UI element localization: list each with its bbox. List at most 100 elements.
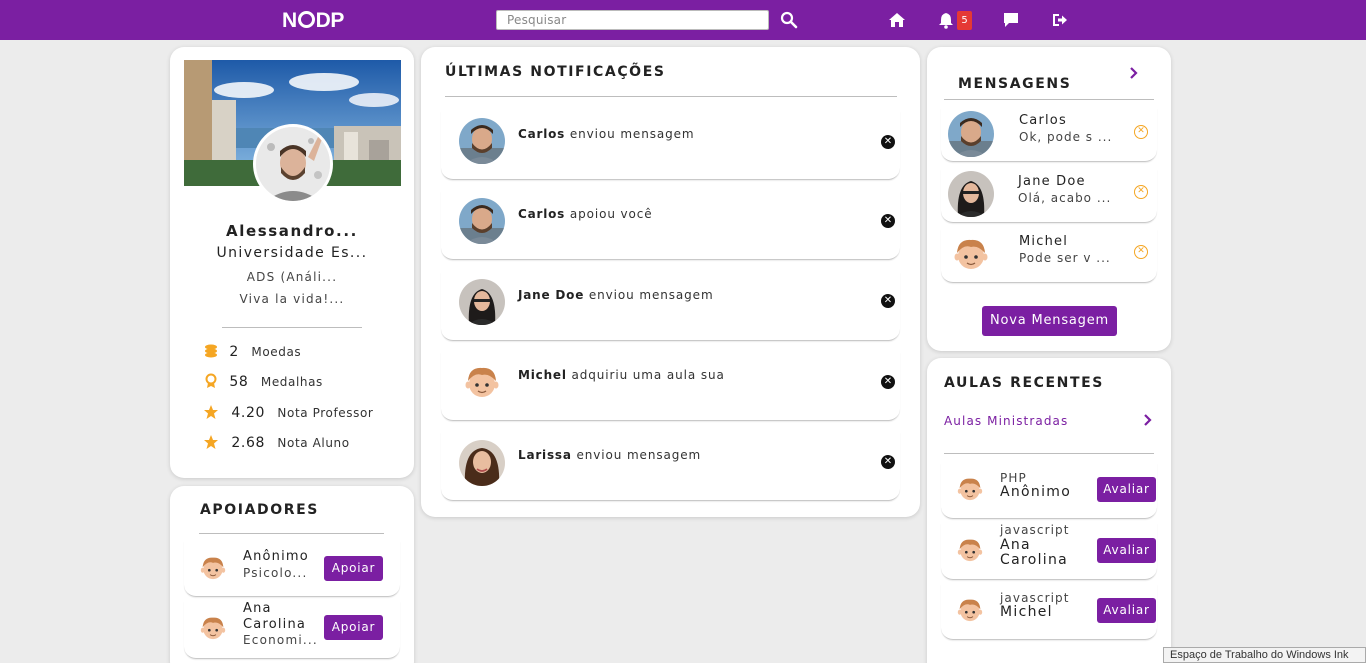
class-student-avatar bbox=[953, 533, 987, 567]
message-preview: Olá, acabo ... bbox=[1018, 191, 1112, 205]
supporter-avatar bbox=[196, 611, 230, 645]
bell-icon[interactable] bbox=[937, 11, 955, 29]
messages-expand-chevron-icon[interactable] bbox=[1128, 66, 1140, 80]
notification-item[interactable]: Carlos apoiou você ✕ bbox=[441, 191, 900, 260]
message-sender: Jane Doe bbox=[1018, 174, 1086, 189]
support-button[interactable]: Apoiar bbox=[324, 615, 383, 640]
class-student-name: Ana Carolina bbox=[1000, 537, 1068, 568]
teacher-rating-label: Nota Professor bbox=[277, 406, 374, 420]
supporter-subtitle: Economi... bbox=[243, 633, 318, 647]
class-subject: javascript bbox=[1000, 591, 1070, 605]
class-item: javascript Ana Carolina Avaliar bbox=[941, 523, 1157, 580]
notification-item[interactable]: Larissa enviou mensagem ✕ bbox=[441, 432, 900, 501]
notification-avatar bbox=[459, 118, 505, 164]
class-student-name: Anônimo bbox=[1000, 484, 1072, 500]
notification-text: Michel adquiriu uma aula sua bbox=[518, 368, 725, 382]
profile-university: Universidade Es... bbox=[216, 245, 368, 261]
top-navbar: NDP 5 bbox=[0, 0, 1366, 40]
notifications-title: ÚLTIMAS NOTIFICAÇÕES bbox=[445, 64, 666, 80]
profile-avatar[interactable] bbox=[253, 124, 333, 204]
remove-message-icon[interactable]: ✕ bbox=[1134, 245, 1148, 259]
student-rating-value: 2.68 bbox=[231, 435, 265, 451]
medal-icon bbox=[205, 373, 217, 388]
class-subject: javascript bbox=[1000, 523, 1070, 537]
supporters-title: APOIADORES bbox=[200, 502, 319, 518]
notification-item[interactable]: Michel adquiriu uma aula sua ✕ bbox=[441, 352, 900, 421]
remove-message-icon[interactable]: ✕ bbox=[1134, 185, 1148, 199]
notification-text: Carlos apoiou você bbox=[518, 207, 653, 221]
supporter-item: Anônimo Psicolo... Apoiar bbox=[184, 541, 400, 597]
support-button[interactable]: Apoiar bbox=[324, 556, 383, 581]
class-subject: PHP bbox=[1000, 471, 1027, 485]
message-avatar bbox=[948, 231, 994, 277]
notification-avatar bbox=[459, 198, 505, 244]
stat-teacher-rating: 4.20 Nota Professor bbox=[203, 404, 373, 421]
remove-message-icon[interactable]: ✕ bbox=[1134, 125, 1148, 139]
profile-divider bbox=[222, 327, 362, 328]
coins-label: Moedas bbox=[251, 345, 302, 359]
star-icon bbox=[204, 435, 218, 449]
message-item[interactable]: Jane Doe Olá, acabo ... ✕ bbox=[941, 169, 1157, 223]
notification-text: Jane Doe enviou mensagem bbox=[518, 288, 714, 302]
dismiss-notification-icon[interactable]: ✕ bbox=[881, 375, 895, 389]
message-sender: Carlos bbox=[1019, 113, 1067, 128]
dismiss-notification-icon[interactable]: ✕ bbox=[881, 455, 895, 469]
taught-classes-chevron-icon[interactable] bbox=[1142, 413, 1154, 427]
dismiss-notification-icon[interactable]: ✕ bbox=[881, 294, 895, 308]
supporter-name: Anônimo bbox=[243, 549, 309, 564]
dismiss-notification-icon[interactable]: ✕ bbox=[881, 135, 895, 149]
profile-bio: Viva la vida!... bbox=[239, 292, 345, 306]
notification-avatar bbox=[459, 440, 505, 486]
coins-icon bbox=[205, 344, 217, 358]
notification-count-badge: 5 bbox=[957, 11, 972, 30]
class-item: PHP Anônimo Avaliar bbox=[941, 463, 1157, 519]
class-student-avatar bbox=[953, 593, 987, 627]
stat-student-rating: 2.68 Nota Aluno bbox=[203, 434, 350, 451]
stat-coins: 2 Moedas bbox=[203, 343, 301, 360]
supporter-name: Ana Carolina bbox=[243, 601, 307, 632]
message-sender: Michel bbox=[1019, 234, 1069, 249]
recent-classes-title: AULAS RECENTES bbox=[944, 375, 1104, 391]
taught-classes-link[interactable]: Aulas Ministradas bbox=[944, 414, 1068, 428]
search-icon[interactable] bbox=[780, 11, 798, 29]
supporter-subtitle: Psicolo... bbox=[243, 566, 308, 580]
star-icon bbox=[204, 405, 218, 419]
nodp-logo[interactable]: N DP bbox=[282, 9, 344, 33]
message-preview: Pode ser v ... bbox=[1019, 251, 1111, 265]
medals-label: Medalhas bbox=[260, 375, 323, 389]
windows-ink-tooltip: Espaço de Trabalho do Windows Ink bbox=[1163, 647, 1366, 663]
profile-course: ADS (Análi... bbox=[246, 270, 338, 284]
notification-avatar bbox=[459, 359, 505, 405]
supporters-divider bbox=[199, 533, 384, 534]
notification-text: Carlos enviou mensagem bbox=[518, 127, 695, 141]
teacher-rating-value: 4.20 bbox=[231, 405, 265, 421]
coins-value: 2 bbox=[229, 344, 239, 360]
medals-value: 58 bbox=[229, 374, 249, 390]
notification-item[interactable]: Jane Doe enviou mensagem ✕ bbox=[441, 272, 900, 341]
supporter-avatar bbox=[196, 551, 230, 585]
messages-title: MENSAGENS bbox=[958, 76, 1072, 92]
rate-class-button[interactable]: Avaliar bbox=[1097, 477, 1156, 502]
dismiss-notification-icon[interactable]: ✕ bbox=[881, 214, 895, 228]
rate-class-button[interactable]: Avaliar bbox=[1097, 598, 1156, 623]
notifications-divider bbox=[445, 96, 897, 97]
message-item[interactable]: Carlos Ok, pode s ... ✕ bbox=[941, 108, 1157, 162]
notification-avatar bbox=[459, 279, 505, 325]
profile-name: Alessandro... bbox=[226, 222, 358, 240]
message-preview: Ok, pode s ... bbox=[1019, 130, 1113, 144]
chat-icon[interactable] bbox=[1002, 11, 1020, 29]
class-student-avatar bbox=[953, 472, 987, 506]
notification-item[interactable]: Carlos enviou mensagem ✕ bbox=[441, 111, 900, 180]
class-student-name: Michel bbox=[1000, 604, 1053, 620]
new-message-button[interactable]: Nova Mensagem bbox=[982, 306, 1117, 336]
search-input[interactable] bbox=[496, 10, 769, 30]
message-avatar bbox=[948, 111, 994, 157]
student-rating-label: Nota Aluno bbox=[277, 436, 350, 450]
home-icon[interactable] bbox=[888, 11, 906, 29]
message-avatar bbox=[948, 171, 994, 217]
rate-class-button[interactable]: Avaliar bbox=[1097, 538, 1156, 563]
message-item[interactable]: Michel Pode ser v ... ✕ bbox=[941, 229, 1157, 283]
logout-icon[interactable] bbox=[1051, 11, 1069, 29]
recent-classes-divider bbox=[944, 453, 1154, 454]
notification-text: Larissa enviou mensagem bbox=[518, 448, 702, 462]
